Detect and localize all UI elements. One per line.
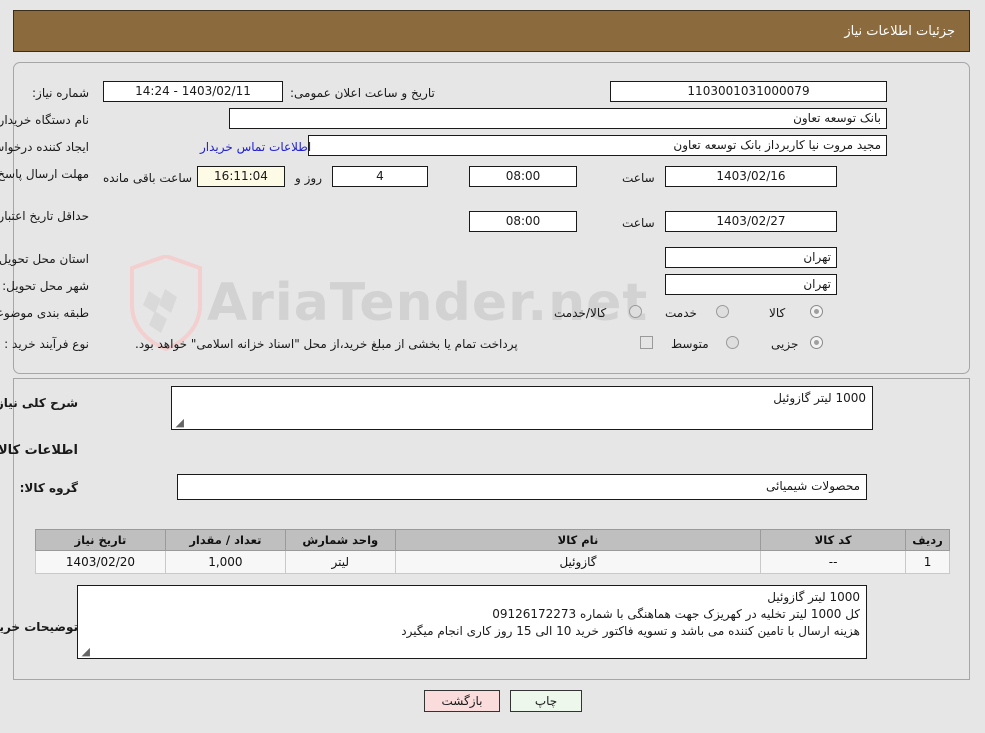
- buyer-contact-link[interactable]: اطلاعات تماس خریدار: [201, 140, 312, 155]
- resize-grip-icon[interactable]: ◢: [81, 646, 91, 657]
- back-button[interactable]: بازگشت: [425, 690, 501, 712]
- validity-date-value: 1403/02/27: [666, 211, 838, 232]
- deadline-label: مهلت ارسال پاسخ: تا تاریخ:: [0, 167, 90, 181]
- announcement-label: تاریخ و ساعت اعلان عمومی:: [291, 86, 436, 100]
- buyer-org-value: بانک توسعه تعاون: [230, 108, 888, 129]
- radio-category-khedmat[interactable]: [717, 305, 730, 318]
- deadline-date-value: 1403/02/16: [666, 166, 838, 187]
- table-header-row: ردیف کد کالا نام کالا واحد شمارش تعداد /…: [36, 529, 951, 551]
- th-unit: واحد شمارش: [285, 529, 397, 551]
- th-name: نام کالا: [395, 529, 763, 551]
- deadline-time-value: 08:00: [470, 166, 578, 187]
- days-remaining-value: 4: [333, 166, 429, 187]
- province-value: تهران: [666, 247, 838, 268]
- window-title-bar: جزئیات اطلاعات نیاز: [14, 10, 971, 52]
- process-option-1-label: متوسط: [672, 337, 710, 351]
- category-option-2-label: کالا/خدمت: [555, 306, 608, 320]
- radio-process-motavaset[interactable]: [727, 336, 740, 349]
- print-button[interactable]: چاپ: [511, 690, 583, 712]
- goods-group-value: محصولات شیمیائی: [767, 479, 861, 493]
- cell-unit: لیتر: [285, 550, 397, 574]
- city-label: شهر محل تحویل:: [3, 279, 90, 293]
- process-option-0-label: جزیی: [772, 337, 800, 351]
- need-number-value: 1103001031000079: [611, 81, 888, 102]
- countdown-suffix-label: ساعت باقی مانده: [104, 171, 194, 185]
- notes-textarea[interactable]: 1000 لیتر گازوئیل کل 1000 لیتر تخلیه در …: [78, 585, 868, 659]
- notes-line-2: هزینه ارسال با تامین کننده می باشد و تسو…: [402, 624, 861, 638]
- category-label: طبقه بندی موضوعی:: [0, 306, 90, 320]
- validity-time-label: ساعت: [623, 216, 656, 230]
- notes-line-0: 1000 لیتر گازوئیل: [768, 590, 861, 604]
- resize-grip-icon[interactable]: ◢: [175, 417, 185, 428]
- page-root: AriaTender.net جزئیات اطلاعات نیاز شماره…: [0, 0, 985, 733]
- cell-row: 1: [906, 550, 951, 574]
- th-row: ردیف: [906, 529, 951, 551]
- summary-label: شرح کلی نیاز:: [0, 396, 79, 410]
- th-date: تاریخ نیاز: [36, 529, 167, 551]
- radio-process-jozii[interactable]: [811, 336, 824, 349]
- summary-textarea[interactable]: 1000 لیتر گازوئیل ◢: [172, 386, 874, 430]
- cell-qty: 1,000: [165, 550, 287, 574]
- notes-line-1: کل 1000 لیتر تخلیه در کهریزک جهت هماهنگی…: [493, 607, 861, 621]
- city-value: تهران: [666, 274, 838, 295]
- process-label: نوع فرآیند خرید :: [5, 337, 90, 351]
- radio-category-kala[interactable]: [811, 305, 824, 318]
- page-title: جزئیات اطلاعات نیاز: [845, 23, 956, 39]
- checkbox-treasury-bonds[interactable]: [641, 336, 654, 349]
- summary-value: 1000 لیتر گازوئیل: [774, 391, 867, 405]
- category-option-0-label: کالا: [770, 306, 787, 320]
- goods-section-heading: اطلاعات کالاهای مورد نیاز: [0, 443, 79, 458]
- goods-group-field[interactable]: محصولات شیمیائی: [178, 474, 868, 500]
- process-note-label: پرداخت تمام یا بخشی از مبلغ خرید،از محل …: [136, 337, 519, 351]
- goods-table: ردیف کد کالا نام کالا واحد شمارش تعداد /…: [36, 529, 951, 574]
- goods-group-label: گروه کالا:: [20, 481, 79, 495]
- table-row: 1 -- گازوئیل لیتر 1,000 1403/02/20: [36, 550, 951, 574]
- need-number-label: شماره نیاز:: [33, 86, 90, 100]
- announcement-value: 1403/02/11 - 14:24: [104, 81, 284, 102]
- cell-name: گازوئیل: [395, 550, 763, 574]
- creator-value: مجید مروت نیا کاربرداز بانک توسعه تعاون: [309, 135, 888, 156]
- th-qty: تعداد / مقدار: [165, 529, 287, 551]
- validity-label: حداقل تاریخ اعتبار قیمت: تا تاریخ:: [0, 209, 90, 223]
- notes-label: توضیحات خریدار:: [0, 620, 79, 634]
- cell-date: 1403/02/20: [36, 550, 167, 574]
- province-label: استان محل تحویل:: [0, 252, 90, 266]
- deadline-time-label: ساعت: [623, 171, 656, 185]
- cell-code: --: [761, 550, 908, 574]
- validity-time-value: 08:00: [470, 211, 578, 232]
- creator-label: ایجاد کننده درخواست:: [0, 140, 90, 154]
- category-option-1-label: خدمت: [666, 306, 698, 320]
- countdown-timer: 16:11:04: [198, 166, 286, 187]
- buyer-org-label: نام دستگاه خریدار:: [0, 113, 90, 127]
- radio-category-kala-khedmat[interactable]: [630, 305, 643, 318]
- days-word-label: روز و: [296, 171, 323, 185]
- th-code: کد کالا: [761, 529, 908, 551]
